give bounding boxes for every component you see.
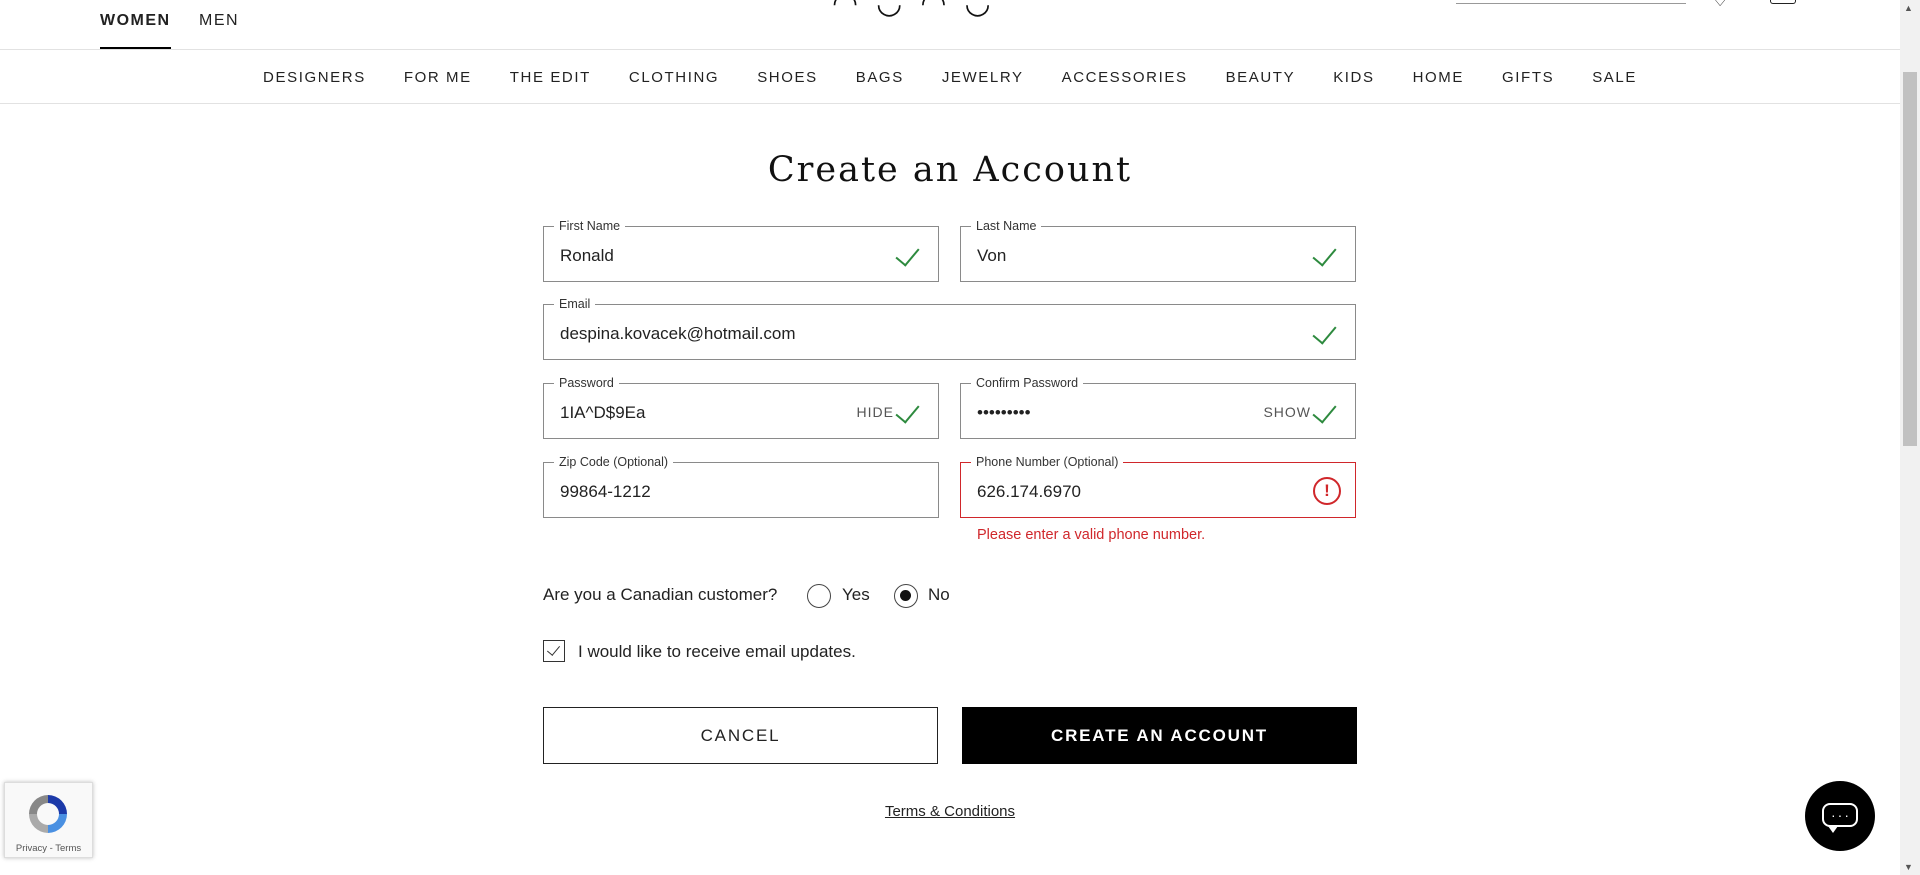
phone-number-label: Phone Number (Optional): [971, 455, 1124, 469]
canadian-yes-label[interactable]: Yes: [842, 585, 870, 605]
check-icon: [895, 241, 920, 267]
nav-item-shoes[interactable]: SHOES: [757, 69, 818, 86]
check-icon: [1312, 319, 1337, 345]
password-value: 1IA^D$9Ea: [560, 403, 646, 422]
hide-password-button[interactable]: HIDE: [857, 404, 894, 420]
email-updates-label[interactable]: I would like to receive email updates.: [578, 642, 856, 662]
scroll-down-icon[interactable]: ▼: [1904, 862, 1913, 872]
zip-code-field[interactable]: Zip Code (Optional) 99864-1212: [543, 455, 939, 518]
terms-link[interactable]: Terms & Conditions: [0, 803, 1900, 820]
canadian-no-label[interactable]: No: [928, 585, 950, 605]
recaptcha-links[interactable]: Privacy - Terms: [5, 843, 92, 854]
canadian-yes-radio[interactable]: [807, 584, 831, 608]
nav-item-jewelry[interactable]: JEWELRY: [942, 69, 1024, 86]
password-field[interactable]: Password 1IA^D$9Ea HIDE: [543, 376, 939, 439]
error-icon: !: [1313, 477, 1341, 505]
nav-item-kids[interactable]: KIDS: [1333, 69, 1374, 86]
top-bar: WOMEN MEN ◠◡◠◡ ♡: [0, 0, 1900, 50]
tab-women[interactable]: WOMEN: [100, 12, 171, 49]
nav-item-sale[interactable]: SALE: [1592, 69, 1637, 86]
password-label: Password: [554, 376, 619, 390]
nav-item-clothing[interactable]: CLOTHING: [629, 69, 719, 86]
show-password-button[interactable]: SHOW: [1263, 404, 1311, 420]
nav-item-bags[interactable]: BAGS: [856, 69, 904, 86]
recaptcha-icon: [29, 795, 67, 833]
phone-number-value: 626.174.6970: [977, 482, 1081, 501]
tab-men[interactable]: MEN: [199, 12, 239, 30]
cancel-button[interactable]: CANCEL: [543, 707, 938, 764]
last-name-field[interactable]: Last Name Von: [960, 219, 1356, 282]
logo-icon[interactable]: ◠◡◠◡: [832, 0, 1009, 21]
email-field[interactable]: Email despina.kovacek@hotmail.com: [543, 297, 1356, 360]
nav-item-accessories[interactable]: ACCESSORIES: [1062, 69, 1188, 86]
canadian-no-radio[interactable]: [894, 584, 918, 608]
scroll-up-icon[interactable]: ▲: [1904, 3, 1913, 13]
checkmark-icon: [546, 642, 561, 656]
canadian-question: Are you a Canadian customer?: [543, 585, 778, 604]
check-icon: [1312, 241, 1337, 267]
page-title: Create an Account: [767, 150, 1133, 190]
zip-code-value: 99864-1212: [560, 482, 651, 501]
chat-button[interactable]: ···: [1805, 781, 1875, 851]
chat-icon: ···: [1822, 803, 1858, 833]
recaptcha-badge[interactable]: Privacy - Terms: [4, 782, 93, 858]
check-icon: [895, 398, 920, 424]
scroll-thumb[interactable]: [1903, 72, 1917, 446]
nav-item-for-me[interactable]: FOR ME: [404, 69, 472, 86]
zip-code-label: Zip Code (Optional): [554, 455, 674, 469]
bag-icon[interactable]: [1770, 0, 1796, 4]
nav-item-home[interactable]: HOME: [1413, 69, 1464, 86]
phone-number-field[interactable]: Phone Number (Optional) 626.174.6970 !: [960, 455, 1356, 518]
scrollbar[interactable]: ▲ ▼: [1900, 0, 1920, 875]
create-account-button[interactable]: CREATE AN ACCOUNT: [962, 707, 1357, 764]
email-value: despina.kovacek@hotmail.com: [560, 324, 796, 343]
last-name-label: Last Name: [971, 219, 1042, 233]
first-name-value: Ronald: [560, 246, 614, 265]
first-name-label: First Name: [554, 219, 626, 233]
nav-item-beauty[interactable]: BEAUTY: [1226, 69, 1296, 86]
confirm-password-field[interactable]: Confirm Password ••••••••• SHOW: [960, 376, 1356, 439]
heart-icon[interactable]: ♡: [1712, 0, 1728, 11]
last-name-value: Von: [977, 246, 1007, 265]
confirm-password-label: Confirm Password: [971, 376, 1084, 390]
category-nav: DESIGNERS FOR ME THE EDIT CLOTHING SHOES BAGS…: [0, 51, 1900, 104]
phone-error-message: Please enter a valid phone number.: [977, 527, 1206, 543]
confirm-password-value: •••••••••: [977, 403, 1031, 422]
nav-item-gifts[interactable]: GIFTS: [1502, 69, 1554, 86]
email-updates-checkbox[interactable]: [543, 640, 565, 662]
check-icon: [1312, 398, 1337, 424]
first-name-field[interactable]: First Name Ronald: [543, 219, 939, 282]
search-input[interactable]: [1456, 0, 1686, 4]
email-label: Email: [554, 297, 596, 311]
nav-item-designers[interactable]: DESIGNERS: [263, 69, 366, 86]
nav-item-the-edit[interactable]: THE EDIT: [510, 69, 591, 86]
